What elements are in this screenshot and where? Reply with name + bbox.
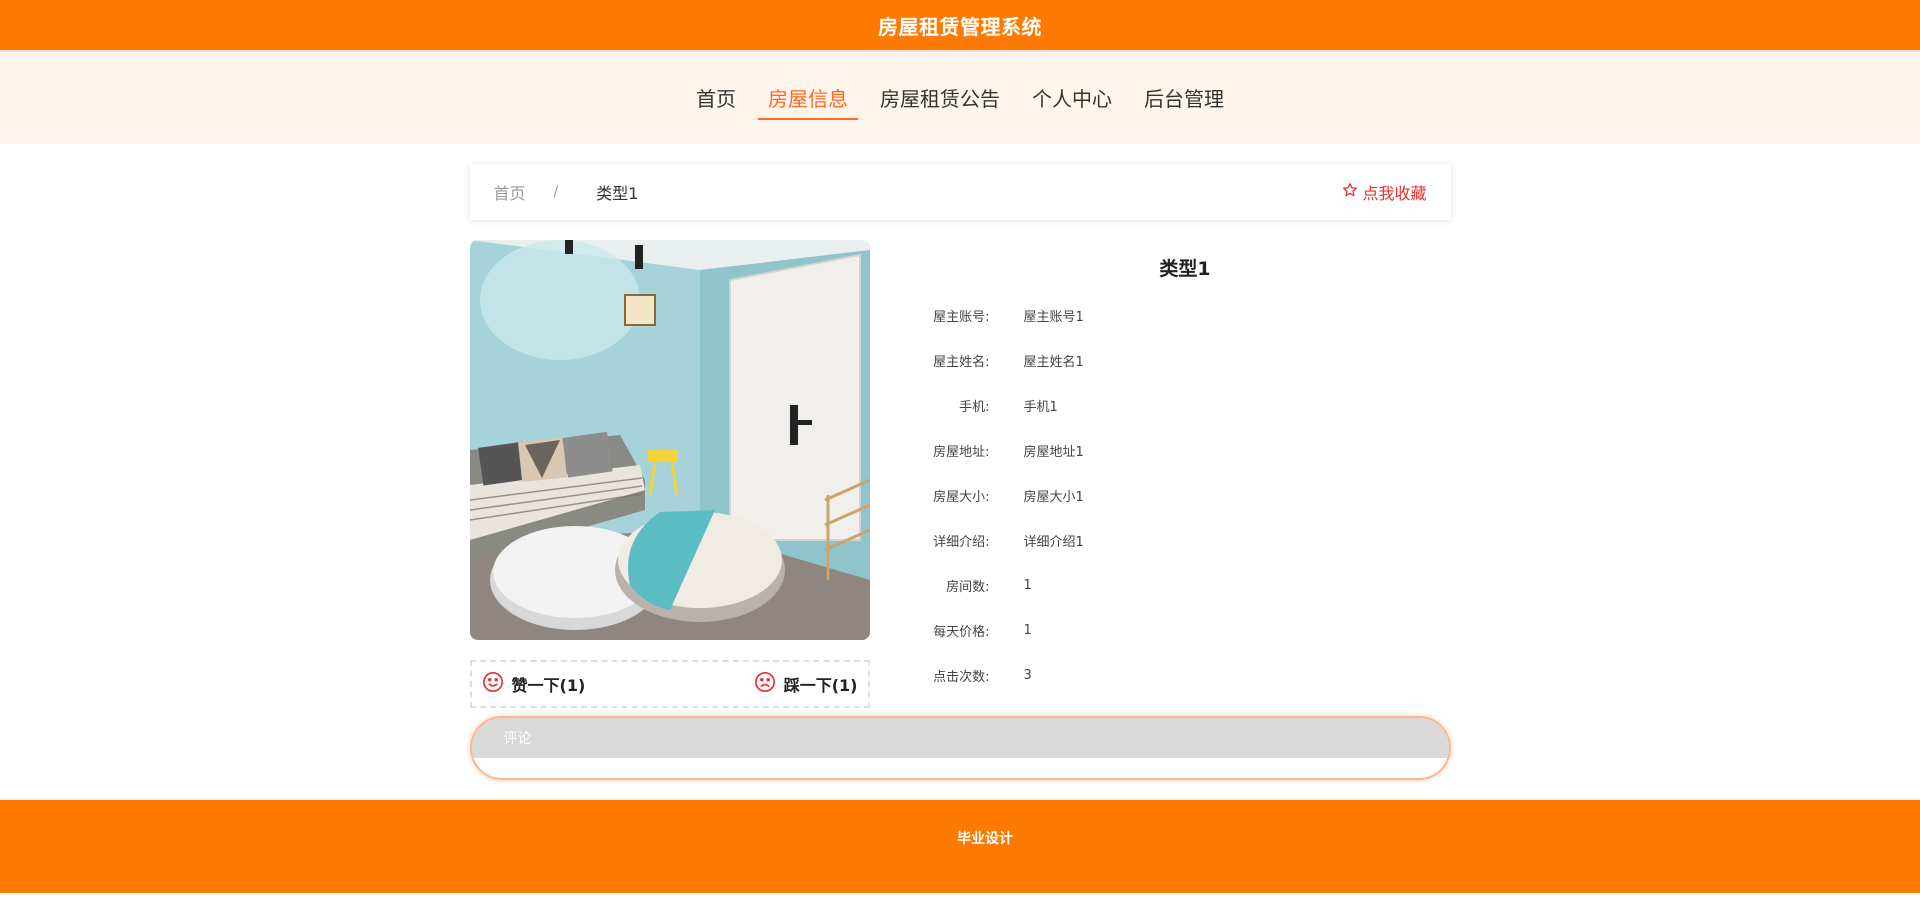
comment-label: 评论	[503, 731, 532, 747]
detail-row: 每天价格: 1	[920, 608, 1451, 653]
detail-value: 房屋大小1	[1023, 490, 1084, 505]
detail-row: 房屋地址: 房屋地址1	[920, 428, 1451, 473]
site-title: 房屋租赁管理系统	[878, 14, 1042, 39]
detail-value: 3	[1023, 668, 1032, 683]
vote-box: 赞一下(1) 踩一下(1)	[469, 660, 870, 708]
breadcrumb-current: 类型1	[596, 184, 639, 203]
detail-label: 手机:	[959, 400, 990, 415]
detail-row: 屋主姓名: 屋主姓名1	[920, 338, 1451, 383]
dislike-button[interactable]: 踩一下(1)	[754, 671, 858, 697]
detail-label: 每天价格:	[933, 625, 990, 640]
site-header: 房屋租赁管理系统	[0, 0, 1920, 50]
breadcrumb-home-link[interactable]: 首页	[494, 180, 526, 204]
detail-value: 房屋地址1	[1023, 445, 1084, 460]
footer-text: 毕业设计	[957, 831, 1013, 847]
breadcrumb-separator: /	[553, 184, 559, 200]
nav-item-rental-notice[interactable]: 房屋租赁公告	[870, 75, 1010, 120]
frown-icon	[754, 671, 776, 697]
nav-item-personal-center[interactable]: 个人中心	[1022, 75, 1122, 120]
detail-row: 房间数: 1	[920, 563, 1451, 608]
detail-row: 屋主账号: 屋主账号1	[920, 293, 1451, 338]
like-label: 赞一下(1)	[511, 676, 586, 695]
like-button[interactable]: 赞一下(1)	[482, 671, 586, 697]
detail-row: 点击次数: 3	[920, 653, 1451, 698]
comment-panel: 评论	[469, 716, 1451, 780]
detail-value: 1	[1023, 578, 1032, 593]
detail-row: 手机: 手机1	[920, 383, 1451, 428]
detail-row: 房屋大小: 房屋大小1	[920, 473, 1451, 518]
detail-label: 房屋地址:	[933, 445, 990, 460]
house-title: 类型1	[1159, 258, 1211, 280]
smile-icon	[482, 671, 504, 697]
detail-label: 房屋大小:	[933, 490, 990, 505]
breadcrumb: 首页 / 类型1 点我收藏	[469, 164, 1451, 220]
detail-label: 屋主账号:	[933, 310, 990, 325]
dislike-label: 踩一下(1)	[783, 676, 858, 695]
detail-row: 详细介绍: 详细介绍1	[920, 518, 1451, 563]
house-info-column: 类型1 屋主账号: 屋主账号1 屋主姓名: 屋主姓名1 手机: 手机1 房屋地址…	[870, 240, 1451, 708]
detail-value: 屋主姓名1	[1023, 355, 1084, 370]
site-footer: 毕业设计	[0, 800, 1920, 893]
detail-value: 详细介绍1	[1023, 535, 1084, 550]
house-detail-section: 赞一下(1) 踩一下(1) 类型1 屋主账号: 屋主账号1 屋主姓名: 屋主姓名…	[469, 240, 1451, 708]
detail-label: 点击次数:	[933, 670, 990, 685]
detail-label: 屋主姓名:	[933, 355, 990, 370]
nav-item-house-info[interactable]: 房屋信息	[758, 75, 858, 120]
house-media-column: 赞一下(1) 踩一下(1)	[469, 240, 870, 708]
nav-item-home[interactable]: 首页	[686, 75, 746, 120]
comment-tab[interactable]: 评论	[471, 718, 1449, 758]
favorite-label: 点我收藏	[1362, 184, 1427, 203]
house-photo	[469, 240, 870, 640]
content-container: 首页 / 类型1 点我收藏 赞一下(1) 踩一下(1) 类型1 屋主账号: 屋主…	[469, 164, 1451, 780]
detail-value: 手机1	[1023, 400, 1058, 415]
favorite-button[interactable]: 点我收藏	[1342, 180, 1427, 204]
star-outline-icon	[1342, 182, 1358, 202]
detail-value: 屋主账号1	[1023, 310, 1084, 325]
detail-value: 1	[1023, 623, 1032, 638]
detail-label: 房间数:	[946, 580, 990, 595]
detail-label: 详细介绍:	[933, 535, 990, 550]
nav-item-admin[interactable]: 后台管理	[1134, 75, 1234, 120]
main-nav: 首页 房屋信息 房屋租赁公告 个人中心 后台管理	[0, 50, 1920, 144]
